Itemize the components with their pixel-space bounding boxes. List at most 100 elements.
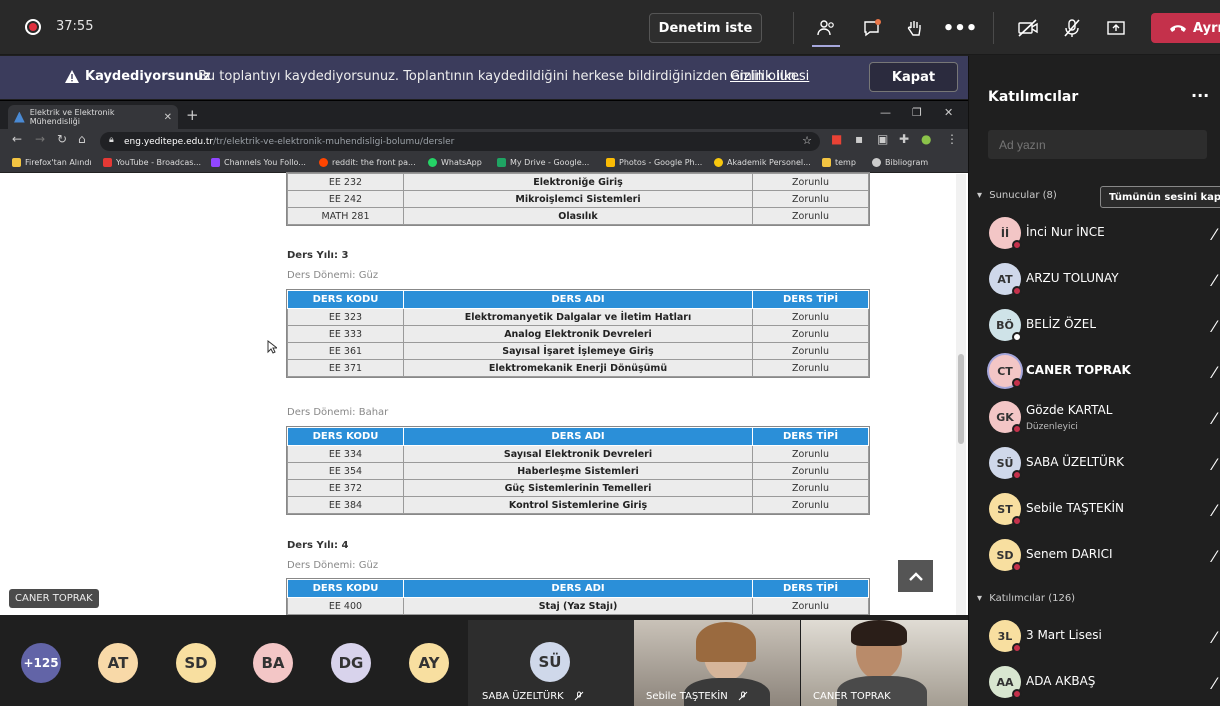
avatar[interactable]: DG [331,643,371,683]
participant-row[interactable]: SD Senem DARICI ⁄ [969,535,1220,575]
bookmark-star-icon[interactable]: ☆ [802,134,812,147]
overflow-avatar[interactable]: +125 [21,643,61,683]
reload-icon[interactable]: ↻ [57,132,67,146]
participant-row[interactable]: İİ İnci Nur İNCE ⁄ [969,213,1220,253]
url-path: /tr/elektrik-ve-elektronik-muhendisligi-… [213,136,455,147]
search-input[interactable] [988,130,1207,159]
browser-toolbar: ← → ↻ ⌂ 🔒︎ eng.yeditepe.edu.tr/tr/elektr… [0,129,968,153]
mute-all-button[interactable]: Tümünün sesini kapat [1100,186,1220,208]
extension-icon[interactable]: ■ [831,132,842,146]
participant-name: Sebile TAŞTEKİN [1026,501,1125,515]
bookmarks-bar: Firefox'tan Alındı YouTube - Broadcas...… [0,153,968,173]
mic-off-icon: ⁄ [1213,674,1216,693]
scrollbar[interactable] [956,174,966,615]
close-banner-button[interactable]: Kapat [869,62,958,92]
bookmark-item[interactable]: temp [822,158,856,167]
share-icon[interactable] [1102,14,1130,42]
avatar[interactable]: BA [253,643,293,683]
participant-row[interactable]: AT ARZU TOLUNAY ⁄ [969,259,1220,299]
presenter-label: CANER TOPRAK [9,589,99,608]
bookmark-item[interactable]: My Drive - Google... [497,158,589,167]
minimize-icon[interactable]: — [880,106,891,119]
avatar: AA [989,666,1022,699]
video-tile[interactable]: Sebile TAŞTEKİN [634,620,800,706]
more-icon[interactable]: ••• [943,14,978,42]
participant-name: ADA AKBAŞ [1026,674,1096,688]
video-tile[interactable]: CANER TOPRAK [801,620,968,706]
mic-off-icon: ⁄ [1213,271,1216,290]
new-tab-icon[interactable]: + [186,106,199,124]
bookmark-item[interactable]: Photos - Google Ph... [606,158,702,167]
avatar: 3L [989,620,1022,653]
forward-icon[interactable]: → [35,132,45,146]
mic-off-icon: ⁄ [1213,317,1216,336]
video-tile[interactable]: SÜ SABA ÜZELTÜRK [468,620,634,706]
participants-icon[interactable] [812,14,840,42]
attendees-section[interactable]: ▾ Katılımcılar (126) [977,593,1075,604]
participant-row[interactable]: BÖ BELİZ ÖZEL ⁄ [969,305,1220,345]
scroll-to-top-button[interactable] [898,560,933,592]
participant-name: SABA ÜZELTÜRK [1026,455,1125,469]
participant-row[interactable]: AA ADA AKBAŞ ⁄ [969,662,1220,702]
bookmark-item[interactable]: Bibliogram [872,158,928,167]
tab-title: Elektrik ve Elektronik Mühendisliği [29,108,115,126]
chat-icon[interactable] [858,14,886,42]
participant-row[interactable]: GK Gözde KARTAL Düzenleyici ⁄ [969,397,1220,437]
menu-icon[interactable]: ⋮ [946,132,958,146]
request-audit-button[interactable]: Denetim iste [649,13,762,43]
twitch-icon [211,158,220,167]
chevron-down-icon: ▾ [977,593,983,604]
avatar[interactable]: AY [409,643,449,683]
photos-icon [606,158,615,167]
youtube-icon [103,158,112,167]
presenters-section[interactable]: ▾ Sunucular (8) [977,190,1057,201]
extension-icon[interactable]: ▣ [877,132,888,146]
video-feed [696,622,756,662]
restore-icon[interactable]: ❐ [912,106,922,119]
bookmark-item[interactable]: reddit: the front pa... [319,158,416,167]
more-icon[interactable]: ··· [1191,86,1209,105]
chevron-down-icon: ▾ [977,190,983,201]
avatar: İİ [989,217,1022,250]
camera-off-icon[interactable] [1014,14,1042,42]
bookmark-item[interactable]: Channels You Follo... [211,158,306,167]
window-close-icon[interactable]: ✕ [944,106,953,119]
status-badge [1012,240,1022,250]
avatar[interactable]: SD [176,643,216,683]
mic-off-icon[interactable] [1058,14,1086,42]
puzzle-icon[interactable]: ✚ [899,132,909,146]
status-badge [1012,424,1022,434]
site-logo-icon [14,111,25,123]
banner-text: Bu toplantıyı kaydediyorsunuz. Toplantın… [198,69,801,84]
participant-name: ARZU TOLUNAY [1026,271,1119,285]
browser-tab[interactable]: Elektrik ve Elektronik Mühendisliği ✕ [8,105,178,129]
phone-icon [1170,25,1186,32]
extension-icon[interactable]: ▪ [855,132,863,146]
participant-row[interactable]: ST Sebile TAŞTEKİN ⁄ [969,489,1220,529]
bookmark-item[interactable]: Akademik Personel... [714,158,811,167]
leave-button[interactable]: Ayrıl [1151,13,1220,43]
meeting-timer: 37:55 [56,19,94,34]
participant-row[interactable]: 3L 3 Mart Lisesi ⁄ [969,616,1220,656]
tab-close-icon[interactable]: ✕ [164,112,172,123]
scroll-thumb[interactable] [958,354,964,444]
tile-name: Sebile TAŞTEKİN [646,691,728,702]
bookmark-item[interactable]: YouTube - Broadcas... [103,158,201,167]
video-feed [851,620,907,646]
participant-name: 3 Mart Lisesi [1026,628,1102,642]
bookmark-item[interactable]: Firefox'tan Alındı [12,158,92,167]
participant-row[interactable]: CT CANER TOPRAK ⁄ [969,351,1220,391]
status-badge [1012,470,1022,480]
avatar[interactable]: AT [98,643,138,683]
back-icon[interactable]: ← [12,132,22,146]
address-bar[interactable]: 🔒︎ eng.yeditepe.edu.tr/tr/elektrik-ve-el… [100,132,820,151]
home-icon[interactable]: ⌂ [78,132,86,146]
participant-name: Senem DARICI [1026,547,1113,561]
drive-icon [497,158,506,167]
profile-icon[interactable]: ● [921,132,931,146]
warning-icon [65,70,79,83]
participant-row[interactable]: SÜ SABA ÜZELTÜRK ⁄ [969,443,1220,483]
raise-hand-icon[interactable] [901,14,929,42]
privacy-link[interactable]: Gizlilik ilkesi [730,69,809,84]
bookmark-item[interactable]: WhatsApp [428,158,482,167]
